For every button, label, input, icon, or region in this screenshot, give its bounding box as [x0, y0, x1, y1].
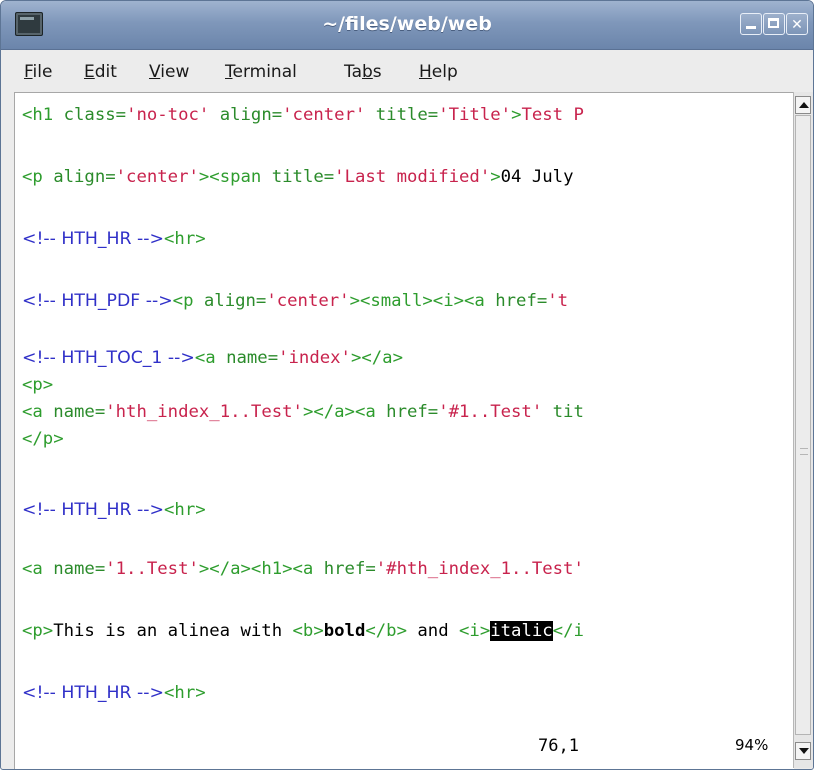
code-token: title= — [271, 167, 335, 187]
terminal-content[interactable]: <h1 class='no-toc' align='center' title=… — [14, 92, 794, 769]
code-line: <!-- HTH_HR --><hr> — [22, 499, 206, 521]
code-token: > — [511, 105, 522, 125]
code-token: align= — [209, 105, 283, 125]
code-line: <!-- HTH_PDF --><p align='center'><small… — [22, 290, 568, 312]
code-token: </b> — [365, 621, 407, 641]
menu-terminal[interactable]: Terminal — [225, 62, 297, 82]
code-token: '#hth_index_1..Test' — [375, 559, 584, 579]
code-token: 'center' — [282, 105, 366, 125]
code-token: name= — [53, 402, 106, 422]
code-line: <p>This is an alinea with <b>bold</b> an… — [22, 620, 584, 642]
code-token: <a — [22, 402, 54, 422]
code-token: <p — [172, 291, 204, 311]
code-token: <hr> — [164, 229, 206, 249]
code-token: <!-- HTH_PDF --> — [22, 291, 173, 311]
code-token: href= — [323, 559, 376, 579]
menu-edit[interactable]: Edit — [84, 62, 117, 82]
code-token: ><span — [198, 167, 272, 187]
maximize-icon — [768, 18, 779, 28]
code-token: '#1..Test' — [438, 402, 543, 422]
code-line: <!-- HTH_TOC_1 --><a name='index'></a> — [22, 347, 403, 369]
code-token: <b> — [292, 621, 324, 641]
terminal-window: ~/files/web/web ✕ File Edit View Termina… — [0, 0, 814, 770]
code-token: <h1 — [22, 105, 64, 125]
code-token: > — [490, 167, 501, 187]
code-line: <a name='1..Test'></a><h1><a href='#hth_… — [22, 558, 584, 580]
code-token: align= — [203, 291, 267, 311]
code-line: <p align='center'><span title='Last modi… — [22, 166, 574, 188]
code-line: </p> — [22, 428, 64, 450]
code-token: <!-- HTH_HR --> — [22, 683, 165, 703]
code-token: <!-- HTH_HR --> — [22, 229, 165, 249]
code-token: ></a> — [350, 348, 403, 368]
menu-tabs[interactable]: Tabs — [344, 62, 382, 82]
code-token: Test P — [521, 105, 584, 125]
code-token: class= — [63, 105, 127, 125]
code-line: <p> — [22, 374, 53, 396]
code-token: <a — [194, 348, 227, 368]
code-token: href= — [495, 291, 548, 311]
code-token: ></a><h1><a — [198, 559, 324, 579]
scroll-up-button[interactable] — [795, 96, 811, 114]
code-token: </i — [552, 621, 584, 641]
code-token: italic — [490, 621, 553, 641]
maximize-button[interactable] — [763, 13, 785, 35]
code-token: 'no-toc' — [126, 105, 210, 125]
close-button[interactable]: ✕ — [786, 13, 808, 35]
code-token: 04 July — [500, 167, 574, 187]
code-token: This is an alinea with — [53, 621, 293, 641]
vertical-scrollbar[interactable] — [793, 92, 813, 768]
code-token: '1..Test' — [105, 559, 199, 579]
code-token: <!-- HTH_TOC_1 --> — [22, 348, 195, 368]
cursor-position: 76,1 — [538, 736, 579, 756]
code-token: align= — [53, 167, 116, 187]
code-token: <hr> — [164, 683, 206, 703]
code-token: 'Title' — [438, 105, 512, 125]
code-token: ><small><i><a — [349, 291, 496, 311]
title-bar[interactable]: ~/files/web/web ✕ — [1, 1, 813, 50]
code-token: 't — [547, 291, 569, 311]
code-token: 'index' — [278, 348, 351, 368]
code-token: <p — [22, 167, 54, 187]
code-token: name= — [226, 348, 279, 368]
minimize-icon — [746, 26, 756, 29]
grip-icon — [800, 448, 808, 455]
code-line: <!-- HTH_HR --><hr> — [22, 682, 206, 704]
code-token: bold — [323, 621, 366, 641]
code-line: <!-- HTH_HR --><hr> — [22, 228, 206, 250]
menu-bar: File Edit View Terminal Tabs Help — [1, 50, 813, 93]
code-token: and — [406, 621, 460, 641]
code-token: <i> — [459, 621, 491, 641]
code-token: <a — [22, 559, 54, 579]
code-token: <!-- HTH_HR --> — [22, 500, 165, 520]
code-token: </p> — [22, 429, 64, 449]
code-token: <hr> — [164, 500, 206, 520]
code-token: 'hth_index_1..Test' — [105, 402, 303, 422]
code-line: <a name='hth_index_1..Test'></a><a href=… — [22, 401, 584, 423]
menu-view[interactable]: View — [149, 62, 189, 82]
code-token: 'center' — [115, 167, 199, 187]
code-token: href= — [386, 402, 439, 422]
code-token: 'Last modified' — [334, 167, 491, 187]
code-token: <p> — [22, 621, 54, 641]
scroll-percent: 94% — [735, 736, 769, 754]
window-title: ~/files/web/web — [322, 13, 492, 35]
menu-file[interactable]: File — [24, 62, 52, 82]
scrollbar-thumb[interactable] — [795, 115, 811, 735]
arrow-up-icon — [799, 102, 809, 108]
code-token: title= — [365, 105, 439, 125]
code-token: ></a><a — [302, 402, 387, 422]
scroll-down-button[interactable] — [795, 742, 811, 760]
arrow-down-icon — [799, 748, 809, 754]
menu-help[interactable]: Help — [419, 62, 458, 82]
minimize-button[interactable] — [740, 13, 762, 35]
code-token: tit — [542, 402, 584, 422]
close-icon: ✕ — [791, 17, 803, 33]
code-token: 'center' — [266, 291, 350, 311]
code-line: <h1 class='no-toc' align='center' title=… — [22, 104, 584, 126]
code-token: <p> — [22, 375, 54, 395]
code-token: name= — [53, 559, 106, 579]
